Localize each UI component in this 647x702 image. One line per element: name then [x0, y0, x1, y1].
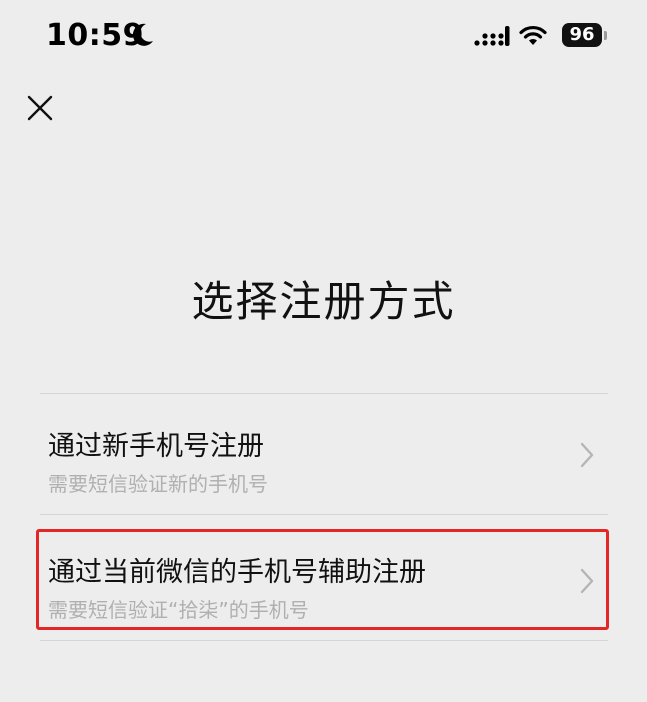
- option-subtitle: 需要短信验证“拾柒”的手机号: [48, 598, 309, 622]
- chevron-right-icon: [580, 442, 594, 468]
- status-bar: 10:59 96: [0, 0, 647, 72]
- status-time: 10:59: [46, 18, 144, 53]
- register-new-phone-option[interactable]: 通过新手机号注册 需要短信验证新的手机号: [40, 396, 608, 512]
- divider-middle: [40, 514, 608, 515]
- option-title: 通过新手机号注册: [48, 431, 264, 462]
- wifi-icon: [519, 25, 547, 45]
- moon-icon: [132, 23, 153, 46]
- close-icon[interactable]: [24, 92, 56, 124]
- register-assisted-option[interactable]: 通过当前微信的手机号辅助注册 需要短信验证“拾柒”的手机号: [40, 522, 608, 638]
- battery-icon: 96: [562, 23, 602, 47]
- divider-bottom: [40, 640, 608, 641]
- page-title: 选择注册方式: [191, 277, 456, 326]
- option-title: 通过当前微信的手机号辅助注册: [48, 557, 426, 588]
- battery-level: 96: [569, 24, 595, 45]
- chevron-right-icon: [580, 568, 594, 594]
- divider-top: [40, 393, 608, 394]
- battery-cap: [604, 31, 607, 40]
- option-subtitle: 需要短信验证新的手机号: [48, 472, 268, 496]
- signal-icon: [474, 26, 510, 46]
